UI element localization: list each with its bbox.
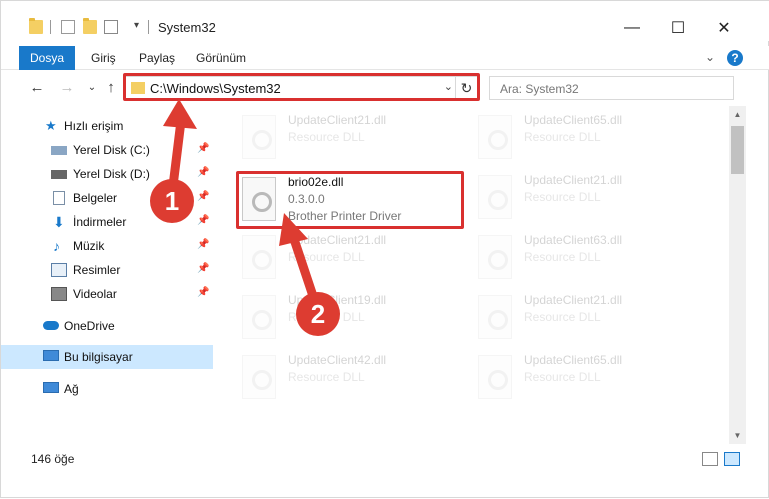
step-2-badge: 2 [296, 292, 340, 336]
explorer-window: ▾ System32 — ☐ ✕ Dosya Giriş Paylaş Görü… [0, 0, 769, 498]
callout-arrows [163, 99, 318, 301]
step-1-badge: 1 [150, 179, 194, 223]
